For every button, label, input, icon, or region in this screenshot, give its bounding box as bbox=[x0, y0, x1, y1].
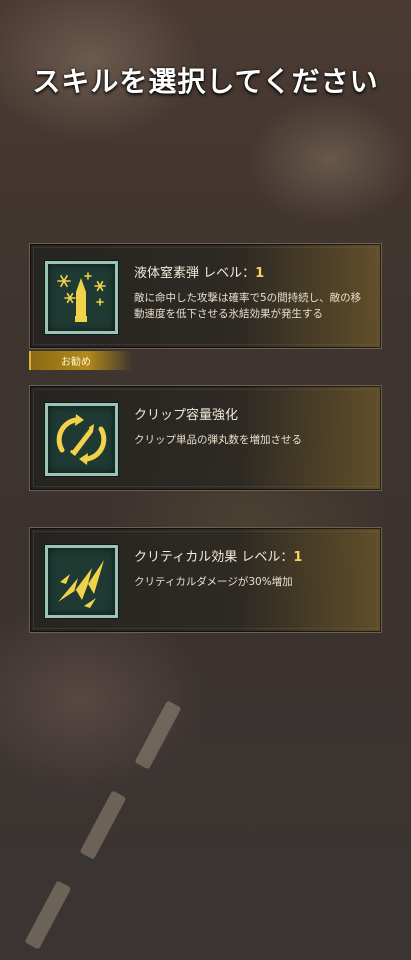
critical-strike-icon bbox=[45, 545, 118, 618]
recommend-badge: お勧め bbox=[29, 351, 133, 370]
skill-card-critical[interactable]: クリティカル効果 レベル：1 クリティカルダメージが30%増加 bbox=[29, 527, 382, 633]
skill-level: 1 bbox=[255, 266, 265, 281]
skill-description: クリップ単品の弾丸数を増加させる bbox=[134, 434, 302, 446]
clip-capacity-icon bbox=[45, 403, 118, 476]
skill-name: 液体窒素弾 レベル：1 bbox=[134, 266, 265, 281]
skill-name: クリップ容量強化 bbox=[134, 408, 239, 423]
skill-card-frost-bullet[interactable]: 液体窒素弾 レベル：1 敵に命中した攻撃は確率で5の間持続し、敵の移動速度を低下… bbox=[29, 243, 382, 349]
skill-level: 1 bbox=[293, 550, 303, 565]
skill-card-clip-capacity[interactable]: クリップ容量強化 クリップ単品の弾丸数を増加させる bbox=[29, 385, 382, 491]
skill-description: クリティカルダメージが30%増加 bbox=[134, 576, 293, 588]
skill-description: 敵に命中した攻撃は確率で5の間持続し、敵の移動速度を低下させる氷結効果が発生する bbox=[134, 292, 362, 320]
skill-name: クリティカル効果 レベル：1 bbox=[134, 550, 303, 565]
recommend-label: お勧め bbox=[61, 357, 91, 368]
screen-title: スキルを選択してください bbox=[32, 65, 379, 98]
frost-bullet-icon bbox=[45, 261, 118, 334]
